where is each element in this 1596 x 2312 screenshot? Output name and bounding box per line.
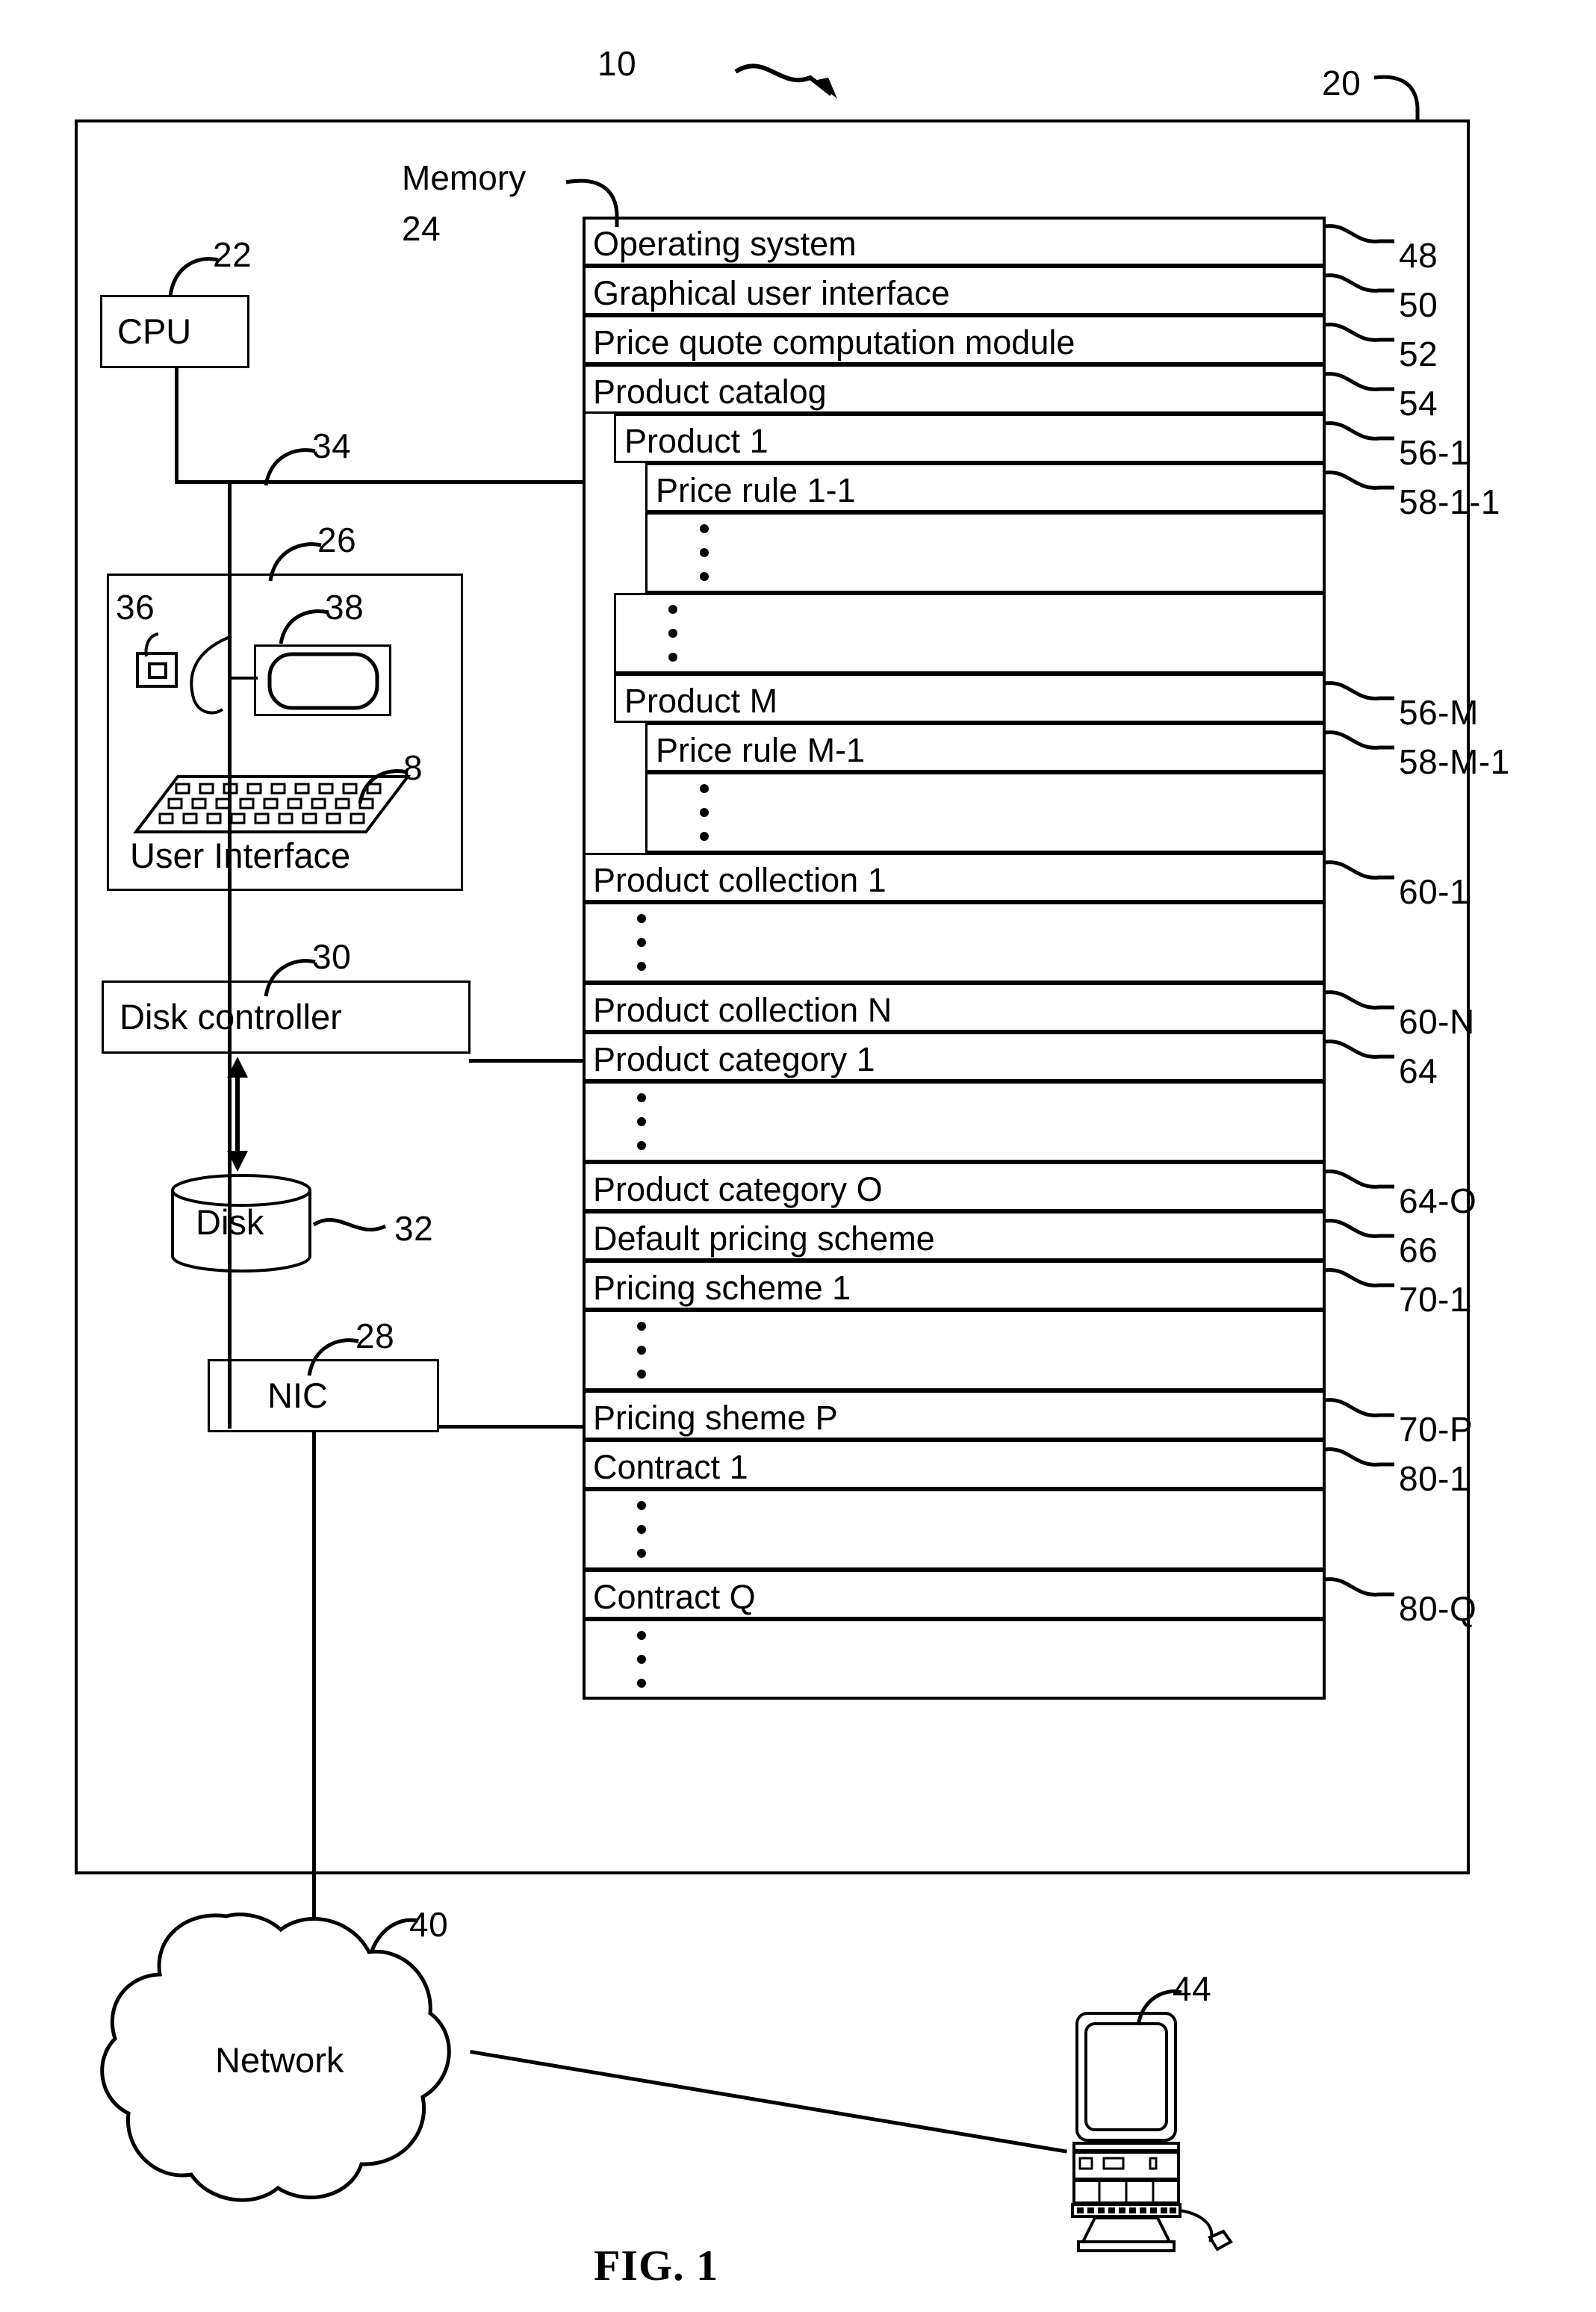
memory-row-ellipsis	[583, 1619, 1326, 1700]
disk-label: Disk	[196, 1202, 264, 1242]
ref-disk-32: 32	[394, 1209, 434, 1248]
memory-row-label: Product 1	[624, 422, 768, 460]
disk-controller-label: Disk controller	[119, 997, 342, 1037]
memory-table: Operating system Graphical user interface…	[583, 217, 1326, 1700]
cpu-label: CPU	[117, 311, 192, 351]
ref-computer-20: 20	[1322, 63, 1361, 102]
memory-row-label: Graphical user interface	[593, 274, 950, 312]
memory-row-label: Price rule 1-1	[656, 471, 856, 509]
memory-row-ref: 52	[1399, 335, 1438, 373]
memory-row-ref: 80-1	[1399, 1459, 1470, 1498]
memory-row-ref: 48	[1399, 236, 1438, 275]
figure-caption: FIG. 1	[594, 2241, 719, 2290]
ref-22-leader	[168, 257, 219, 296]
ref-38-leader	[279, 609, 329, 644]
vertical-ellipsis-icon	[636, 1093, 647, 1150]
user-interface-label: User Interface	[130, 836, 351, 875]
memory-row-ref: 50	[1399, 285, 1438, 324]
memory-row-ref: 58-M-1	[1399, 742, 1510, 781]
memory-row-ellipsis	[645, 772, 1326, 853]
vertical-ellipsis-icon	[636, 1631, 647, 1688]
network-to-client-link	[470, 2050, 1067, 2154]
memory-row-label: Product M	[624, 682, 778, 720]
memory-row-label: Operating system	[593, 225, 857, 263]
bus-right-stub	[500, 480, 583, 484]
nic-label: NIC	[267, 1376, 328, 1415]
memory-row-label: Product collection N	[593, 991, 892, 1029]
memory-row-ellipsis	[583, 1310, 1326, 1390]
memory-row-ellipsis	[583, 902, 1326, 983]
ref-20-leader	[1373, 75, 1420, 119]
vertical-ellipsis-icon	[636, 914, 647, 971]
memory-row-label: Price quote computation module	[593, 323, 1075, 361]
memory-row-ellipsis	[583, 1081, 1326, 1162]
memory-row-ref: 64-O	[1399, 1181, 1477, 1220]
disk-bidirectional-arrow-icon	[227, 1057, 248, 1172]
vertical-ellipsis-icon	[636, 1322, 647, 1379]
memory-row-label: Product catalog	[593, 373, 827, 411]
memory-row-label: Product collection 1	[593, 861, 887, 899]
memory-row-ref: 56-1	[1399, 433, 1470, 472]
system-arrow-icon	[734, 63, 837, 99]
memory-row-label: Pricing sheme P	[593, 1399, 838, 1437]
memory-row-ref: 64	[1399, 1051, 1438, 1090]
memory-row-label: Contract Q	[593, 1578, 756, 1616]
memory-row-label: Contract 1	[593, 1448, 748, 1486]
memory-row-label: Default pricing scheme	[593, 1219, 935, 1258]
network-label: Network	[215, 2040, 344, 2080]
memory-row-label: Pricing scheme 1	[593, 1269, 851, 1307]
ref-40-leader	[370, 1918, 419, 1951]
memory-row-ref: 58-1-1	[1399, 482, 1500, 521]
ref-memory-24: 24	[402, 209, 441, 248]
memory-row-label: Price rule M-1	[656, 731, 866, 769]
memory-row-label: Product category 1	[593, 1040, 875, 1078]
memory-row-ellipsis	[583, 1489, 1326, 1570]
vertical-ellipsis-icon	[636, 1501, 647, 1558]
keyboard-icon	[132, 775, 412, 833]
memory-row-ref: 54	[1399, 384, 1438, 423]
vertical-ellipsis-icon	[668, 605, 678, 662]
memory-row-ref: 56-M	[1399, 693, 1479, 732]
memory-row-ref: 60-1	[1399, 872, 1470, 911]
ref-mouse-36: 36	[116, 588, 155, 627]
memory-label: Memory	[402, 158, 527, 197]
display-screen-icon	[267, 652, 379, 710]
diskctrl-to-bus	[469, 1059, 583, 1063]
memory-row-ref: 80-Q	[1399, 1589, 1477, 1628]
ref-26-leader	[268, 542, 322, 582]
memory-row-ref: 70-P	[1399, 1410, 1474, 1449]
memory-row-ellipsis	[645, 512, 1326, 593]
ref-32-leader	[312, 1218, 387, 1232]
nic-to-network	[312, 1432, 316, 1918]
client-computer-icon	[1071, 2012, 1233, 2252]
vertical-ellipsis-icon	[699, 784, 709, 841]
bus-vertical-from-cpu	[175, 368, 178, 484]
ref-34-leader	[264, 448, 316, 486]
memory-row-ref: 60-N	[1399, 1002, 1475, 1041]
memory-row-ellipsis	[614, 593, 1326, 674]
memory-row-label: Product category O	[593, 1170, 883, 1208]
display-connector	[229, 677, 258, 680]
figure-canvas: 10 20 Memory 24 CPU 22 34 26 User Interf…	[0, 0, 1596, 2312]
memory-row-ref: 66	[1399, 1231, 1438, 1270]
nic-to-bus	[438, 1425, 584, 1429]
vertical-ellipsis-icon	[699, 524, 709, 581]
memory-row-ref: 70-1	[1399, 1280, 1470, 1319]
ref-system-10: 10	[597, 44, 637, 83]
